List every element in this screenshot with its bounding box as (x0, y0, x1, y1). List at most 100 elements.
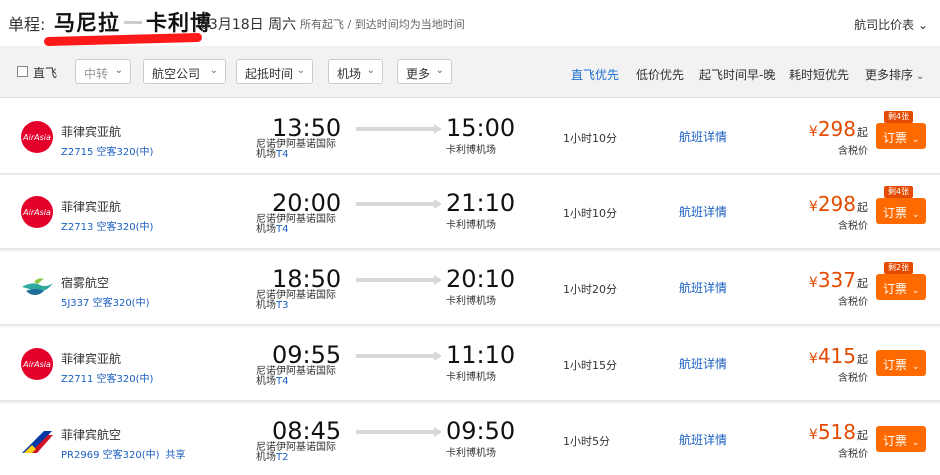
arrival-airport: 卡利博机场 (446, 296, 496, 307)
aircraft-type: 空客320(中) (96, 222, 154, 233)
price-from-suffix: 起 (857, 353, 868, 366)
currency-symbol: ¥ (808, 124, 818, 140)
departure-terminal: T3 (276, 300, 289, 311)
flight-detail-link[interactable]: 航班详情 (679, 355, 727, 372)
flight-row: AirAsia 菲律宾亚航 Z2713 空客320(中) 20:00 尼诺伊阿基… (0, 175, 940, 249)
flight-duration: 1小时10分 (563, 207, 617, 220)
airline-name: 菲律宾亚航 (61, 352, 122, 366)
svg-text:AirAsia: AirAsia (22, 208, 51, 217)
price-from-suffix: 起 (857, 126, 868, 139)
flight-number: Z2711 (61, 374, 94, 385)
flight-detail-link[interactable]: 航班详情 (679, 279, 727, 296)
transfer-dropdown[interactable]: 中转 ⌄ (75, 59, 131, 84)
flight-row: AirAsia 菲律宾亚航 Z2715 空客320(中) 13:50 尼诺伊阿基… (0, 100, 940, 174)
currency-symbol: ¥ (808, 275, 818, 291)
flight-number-aircraft[interactable]: Z2713 空客320(中) (61, 218, 153, 233)
currency-symbol: ¥ (808, 427, 818, 443)
tax-included-label: 含税价 (838, 146, 868, 157)
currency-symbol: ¥ (808, 199, 818, 215)
chevron-down-icon: ⌄ (435, 65, 444, 76)
chevron-down-icon: ⌄ (909, 286, 920, 296)
direct-only-checkbox[interactable] (17, 66, 28, 77)
flight-duration: 1小时15分 (563, 359, 617, 372)
tax-included-label: 含税价 (838, 297, 868, 308)
book-ticket-button[interactable]: 订票 ⌄ (876, 350, 926, 376)
tax-included-label: 含税价 (838, 221, 868, 232)
seats-left-badge: 剩4张 (884, 111, 914, 123)
sort-lowest-price[interactable]: 低价优先 (636, 66, 684, 83)
price-value: 518 (817, 420, 856, 444)
flight-detail-link[interactable]: 航班详情 (679, 203, 727, 220)
seats-left-badge: 剩2张 (884, 262, 914, 274)
origin-city: 马尼拉 (54, 11, 120, 35)
time-dropdown[interactable]: 起抵时间 ⌄ (236, 59, 313, 84)
flight-detail-link[interactable]: 航班详情 (679, 128, 727, 145)
flight-number: Z2715 (61, 147, 94, 158)
direct-only-label[interactable]: 直飞 (33, 64, 57, 81)
chevron-down-icon: ⌄ (114, 65, 123, 76)
svg-text:AirAsia: AirAsia (22, 133, 51, 142)
flight-number: 5J337 (61, 298, 90, 309)
sort-departure-time[interactable]: 起飞时间早-晚 (699, 66, 775, 83)
departure-terminal: T4 (276, 149, 289, 160)
cebupacific-logo (20, 271, 54, 305)
flight-detail-link[interactable]: 航班详情 (679, 431, 727, 448)
chevron-down-icon: ⌄ (916, 71, 925, 82)
flight-arrow (356, 124, 442, 134)
arrival-airport: 卡利博机场 (446, 372, 496, 383)
departure-airport: 尼诺伊阿基诺国际机场T4 (256, 139, 336, 160)
airasia-logo: AirAsia (20, 195, 54, 229)
flight-arrow (356, 275, 442, 285)
arrival-time: 11:10 (446, 341, 516, 369)
flight-number-aircraft[interactable]: 5J337 空客320(中) (61, 294, 149, 309)
aircraft-type: 空客320(中) (102, 450, 160, 461)
aircraft-type: 空客320(中) (92, 298, 150, 309)
book-ticket-button[interactable]: 订票 ⌄ (876, 198, 926, 224)
airline-dropdown[interactable]: 航空公司 ⌄ (143, 59, 226, 84)
departure-airport: 尼诺伊阿基诺国际机场T3 (256, 290, 336, 311)
flight-price: ¥298起 (809, 117, 868, 141)
departure-time: 09:55 (272, 341, 342, 369)
tax-included-label: 含税价 (838, 449, 868, 460)
price-from-suffix: 起 (857, 277, 868, 290)
book-ticket-button[interactable]: 订票 ⌄ (876, 426, 926, 452)
sort-shortest-duration[interactable]: 耗时短优先 (789, 66, 849, 83)
departure-time: 20:00 (272, 189, 342, 217)
airline-name: 菲律宾亚航 (61, 125, 122, 139)
arrival-airport: 卡利博机场 (446, 145, 496, 156)
price-from-suffix: 起 (857, 201, 868, 214)
airline-price-compare-link[interactable]: 航司比价表 ⌄ (854, 16, 928, 33)
chevron-down-icon: ⌄ (909, 135, 920, 145)
price-from-suffix: 起 (857, 429, 868, 442)
flight-row: AirAsia 菲律宾亚航 Z2711 空客320(中) 09:55 尼诺伊阿基… (0, 327, 940, 401)
flight-price: ¥415起 (809, 344, 868, 368)
svg-text:AirAsia: AirAsia (22, 360, 51, 369)
seats-left-badge: 剩4张 (884, 186, 914, 198)
book-ticket-button[interactable]: 订票 ⌄ (876, 123, 926, 149)
aircraft-type: 空客320(中) (96, 374, 154, 385)
tax-included-label: 含税价 (838, 373, 868, 384)
flight-number-aircraft[interactable]: Z2711 空客320(中) (61, 370, 153, 385)
flight-number: Z2713 (61, 222, 94, 233)
more-sort-options[interactable]: 更多排序 ⌄ (865, 66, 924, 83)
arrival-time: 21:10 (446, 189, 516, 217)
more-filters-dropdown[interactable]: 更多 ⌄ (397, 59, 452, 84)
airport-dropdown[interactable]: 机场 ⌄ (328, 59, 383, 84)
flight-row: 宿雾航空 5J337 空客320(中) 18:50 尼诺伊阿基诺国际机场T3 2… (0, 251, 940, 325)
flight-number-aircraft[interactable]: PR2969 空客320(中) 共享 (61, 446, 186, 461)
filter-bar: 直飞 中转 ⌄ 航空公司 ⌄ 起抵时间 ⌄ 机场 ⌄ 更多 ⌄ 直飞优先 低价优先 起飞时… (0, 46, 940, 98)
arrival-time: 15:00 (446, 114, 516, 142)
chevron-down-icon: ⌄ (917, 18, 928, 32)
flight-number-aircraft[interactable]: Z2715 空客320(中) (61, 143, 153, 158)
philippineairlines-logo (20, 423, 54, 457)
airasia-logo: AirAsia (20, 347, 54, 381)
book-ticket-button[interactable]: 订票 ⌄ (876, 274, 926, 300)
codeshare-tag: 共享 (165, 450, 186, 461)
arrival-time: 20:10 (446, 265, 516, 293)
airline-name: 菲律宾亚航 (61, 200, 122, 214)
aircraft-type: 空客320(中) (96, 147, 154, 158)
local-time-note: 所有起飞 / 到达时间均为当地时间 (300, 18, 465, 31)
flight-price: ¥298起 (809, 192, 868, 216)
trip-type-label: 单程: (8, 15, 46, 34)
sort-direct-first[interactable]: 直飞优先 (571, 66, 619, 83)
